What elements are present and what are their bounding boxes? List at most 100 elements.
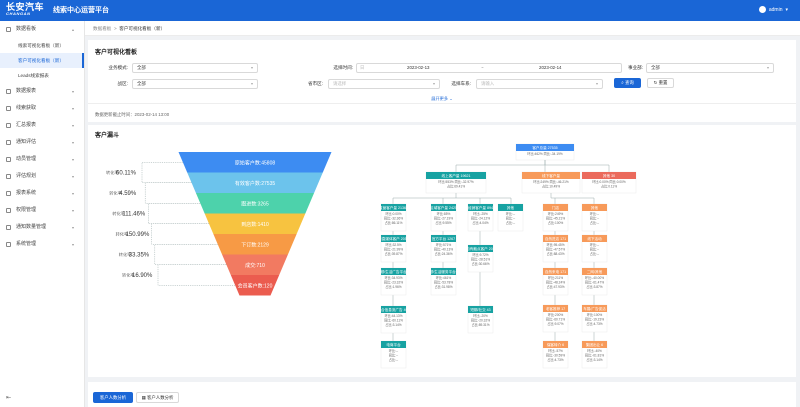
menu-icon: [6, 225, 11, 230]
org-level1-2-metric: 环比:0.00% 同比:0.00%: [592, 179, 626, 184]
division-select[interactable]: 全部 ▾: [646, 63, 774, 73]
rate-value: 150.99%: [126, 232, 150, 238]
sidebar-item-3[interactable]: 汇总报表 ▾: [0, 117, 84, 134]
org-orange-node-0-metric: 同比:-45.21%: [546, 216, 565, 221]
org-connector: [392, 193, 457, 204]
filter-panel: 客户可视化看板 业务模式: 全部 ▾ 选择时间: 日 2023-02-13 ~ 2…: [88, 40, 796, 122]
sidebar-subitem-2[interactable]: Leads线索报表: [0, 68, 84, 83]
sidebar-subitem-0[interactable]: 线索可视化看板（新）: [0, 38, 84, 53]
org-teal-node-2-metric: 环比:-25%: [473, 211, 488, 216]
sidebar-subitem-1[interactable]: 客户可视化看板（新）: [0, 53, 84, 68]
series-input[interactable]: 请输入 ▾: [476, 79, 603, 89]
org-level1-1-metric: 环比:249% 同比:-46.21%: [533, 179, 569, 184]
collapse-sidebar-icon[interactable]: ⇤: [6, 394, 11, 401]
org-teal-node-10-metric: 环比:44.13%: [384, 313, 402, 318]
sidebar-item-6[interactable]: 评估规划 ▾: [0, 168, 84, 185]
tab-customer-count-analysis[interactable]: 客户人数分析: [93, 392, 133, 403]
org-teal-node-2-title: 经销客户量 894: [468, 205, 493, 210]
chevron-up-icon: ▴: [71, 27, 74, 32]
expand-more-link[interactable]: 展开更多 ⌄: [88, 96, 796, 102]
breadcrumb-root[interactable]: 数据看板: [93, 26, 111, 31]
org-teal-node-3-title: 其他: [507, 205, 515, 210]
funnel-stage-label: 跟进数:3265: [241, 200, 269, 207]
org-orange-node-2-metric: 环比:95.45%: [546, 242, 564, 247]
sidebar-item-1[interactable]: 数据报表 ▾: [0, 83, 84, 100]
sidebar-item-5[interactable]: 动员管理 ▾: [0, 151, 84, 168]
org-teal-node-6-title: 自有触点客户 205: [466, 246, 495, 251]
chevron-down-icon: ⌄: [449, 96, 453, 101]
org-orange-node-8-metric: 环比:-57%: [548, 348, 563, 353]
rate-value: 60.11%: [116, 171, 137, 177]
changan-logo[interactable]: 长安汽车 CHANGAN: [6, 3, 46, 18]
org-teal-node-4-metric: 同比:-21.99%: [384, 247, 403, 252]
org-connector: [550, 193, 556, 204]
sidebar-item-4[interactable]: 通知评估 ▾: [0, 134, 84, 151]
org-orange-node-4-metric: 同比:-48.24%: [546, 280, 565, 285]
province-label: 省市区:: [307, 81, 323, 86]
org-teal-node-6-metric: 环比:9.72%: [472, 252, 488, 257]
chevron-down-icon: ▾: [595, 81, 598, 86]
rate-value: 111.46%: [122, 212, 145, 218]
org-level1-0-metric: 环比:553% 同比:-32.97%: [438, 179, 474, 184]
page-title: 客户可视化看板: [95, 50, 138, 56]
org-orange-node-4-title: 自然来电 171: [545, 269, 566, 274]
org-teal-node-7-metric: 同比:-23.32%: [384, 280, 403, 285]
sidebar-item-2[interactable]: 线索获取 ▾: [0, 100, 84, 117]
chevron-down-icon: ▾: [71, 225, 74, 230]
date-end[interactable]: 2023-02-14: [539, 64, 561, 72]
reset-button[interactable]: ↻ 重置: [647, 78, 674, 88]
org-orange-node-0-metric: 占比:100%: [548, 220, 564, 225]
user-menu[interactable]: admin ▾: [758, 6, 788, 13]
province-select[interactable]: 请选择 ▾: [328, 79, 440, 89]
org-teal-node-7-title: 短视频/生活广告平台 421: [373, 269, 413, 274]
sidebar-item-9[interactable]: 通知数量管理 ▾: [0, 219, 84, 236]
org-orange-node-9-metric: 占比:3.14%: [586, 357, 602, 362]
org-orange-node-0-metric: 环比:249%: [548, 211, 564, 216]
sidebar-item-8[interactable]: 权限管理 ▾: [0, 202, 84, 219]
query-button[interactable]: ⌕ 查询: [614, 78, 641, 88]
org-orange-node-2-metric: 占比:88.43%: [546, 251, 564, 256]
sidebar-item-7[interactable]: 报表系统 ▾: [0, 185, 84, 202]
menu-icon: [6, 106, 11, 111]
chevron-down-icon: ▾: [250, 81, 253, 86]
org-teal-node-4-title: 垂直媒体客户 2057: [378, 236, 409, 241]
sidebar-item-0[interactable]: 数据看板 ▴: [0, 21, 84, 38]
org-orange-node-5-metric: 同比:-61.47%: [585, 280, 604, 285]
date-range-picker[interactable]: 日 2023-02-13 ~ 2023-02-14: [356, 63, 622, 73]
sidebar: 数据看板 ▴ 线索可视化看板（新） 客户可视化看板（新） Leads线索报表 数据报表 ▾ 线…: [0, 21, 85, 407]
org-teal-node-11-metric: 环比:--: [389, 348, 398, 353]
org-teal-node-6-metric: 占比:30.66%: [471, 261, 489, 266]
chevron-down-icon: ▾: [71, 106, 74, 111]
org-teal-node-0-metric: 同比:-32.36%: [384, 216, 403, 221]
menu-icon: [6, 27, 11, 32]
region-select[interactable]: 全部 ▾: [132, 79, 258, 89]
division-label: 事业部:: [627, 65, 643, 70]
org-orange-node-7-metric: 同比:-19.23%: [585, 317, 604, 322]
org-teal-node-4-metric: 环比:32.5%: [385, 242, 401, 247]
sidebar-item-10[interactable]: 系统管理 ▾: [0, 236, 84, 253]
org-orange-node-5-metric: 占比:3.87%: [586, 284, 602, 289]
menu-icon: [6, 89, 11, 94]
org-orange-node-4-metric: 环比:211%: [548, 275, 563, 280]
org-teal-node-4-metric: 占比:39.87%: [384, 251, 402, 256]
org-teal-node-0-metric: 占比:86.11%: [385, 220, 403, 225]
rate-bracket: [151, 223, 218, 245]
org-teal-node-1-title: 区域客户量 2425: [430, 205, 457, 210]
analysis-tabs: 客户人数分析 ▦ 客户人数分析: [88, 382, 796, 407]
org-orange-node-9-title: 集团出让 6: [586, 342, 603, 347]
chevron-down-icon: ▾: [250, 65, 253, 70]
org-orange-node-1-title: 其他: [591, 205, 599, 210]
org-orange-node-1-metric: 环比:--: [590, 211, 599, 216]
org-level1-0-metric: 占比:69.41%: [447, 184, 465, 189]
org-teal-node-11-metric: 占比:--: [389, 357, 398, 362]
business-mode-select[interactable]: 全部 ▾: [132, 63, 258, 73]
funnel-and-org-chart: 原始客户数:45808 有效客户数:27535 跟进数:3265 到店数:1410 下订…: [106, 143, 637, 369]
org-teal-node-9-metric: 环比:-20%: [473, 313, 488, 318]
org-connector: [455, 160, 546, 172]
tab-customer-count-analysis-2[interactable]: ▦ 客户人数分析: [136, 392, 179, 403]
date-start[interactable]: 2023-02-13: [407, 64, 429, 72]
rate-value: 16.90%: [132, 273, 153, 279]
business-mode-label: 业务模式:: [108, 65, 128, 70]
menu-icon: [6, 191, 11, 196]
org-orange-node-8-metric: 占比:4.73%: [547, 357, 563, 362]
